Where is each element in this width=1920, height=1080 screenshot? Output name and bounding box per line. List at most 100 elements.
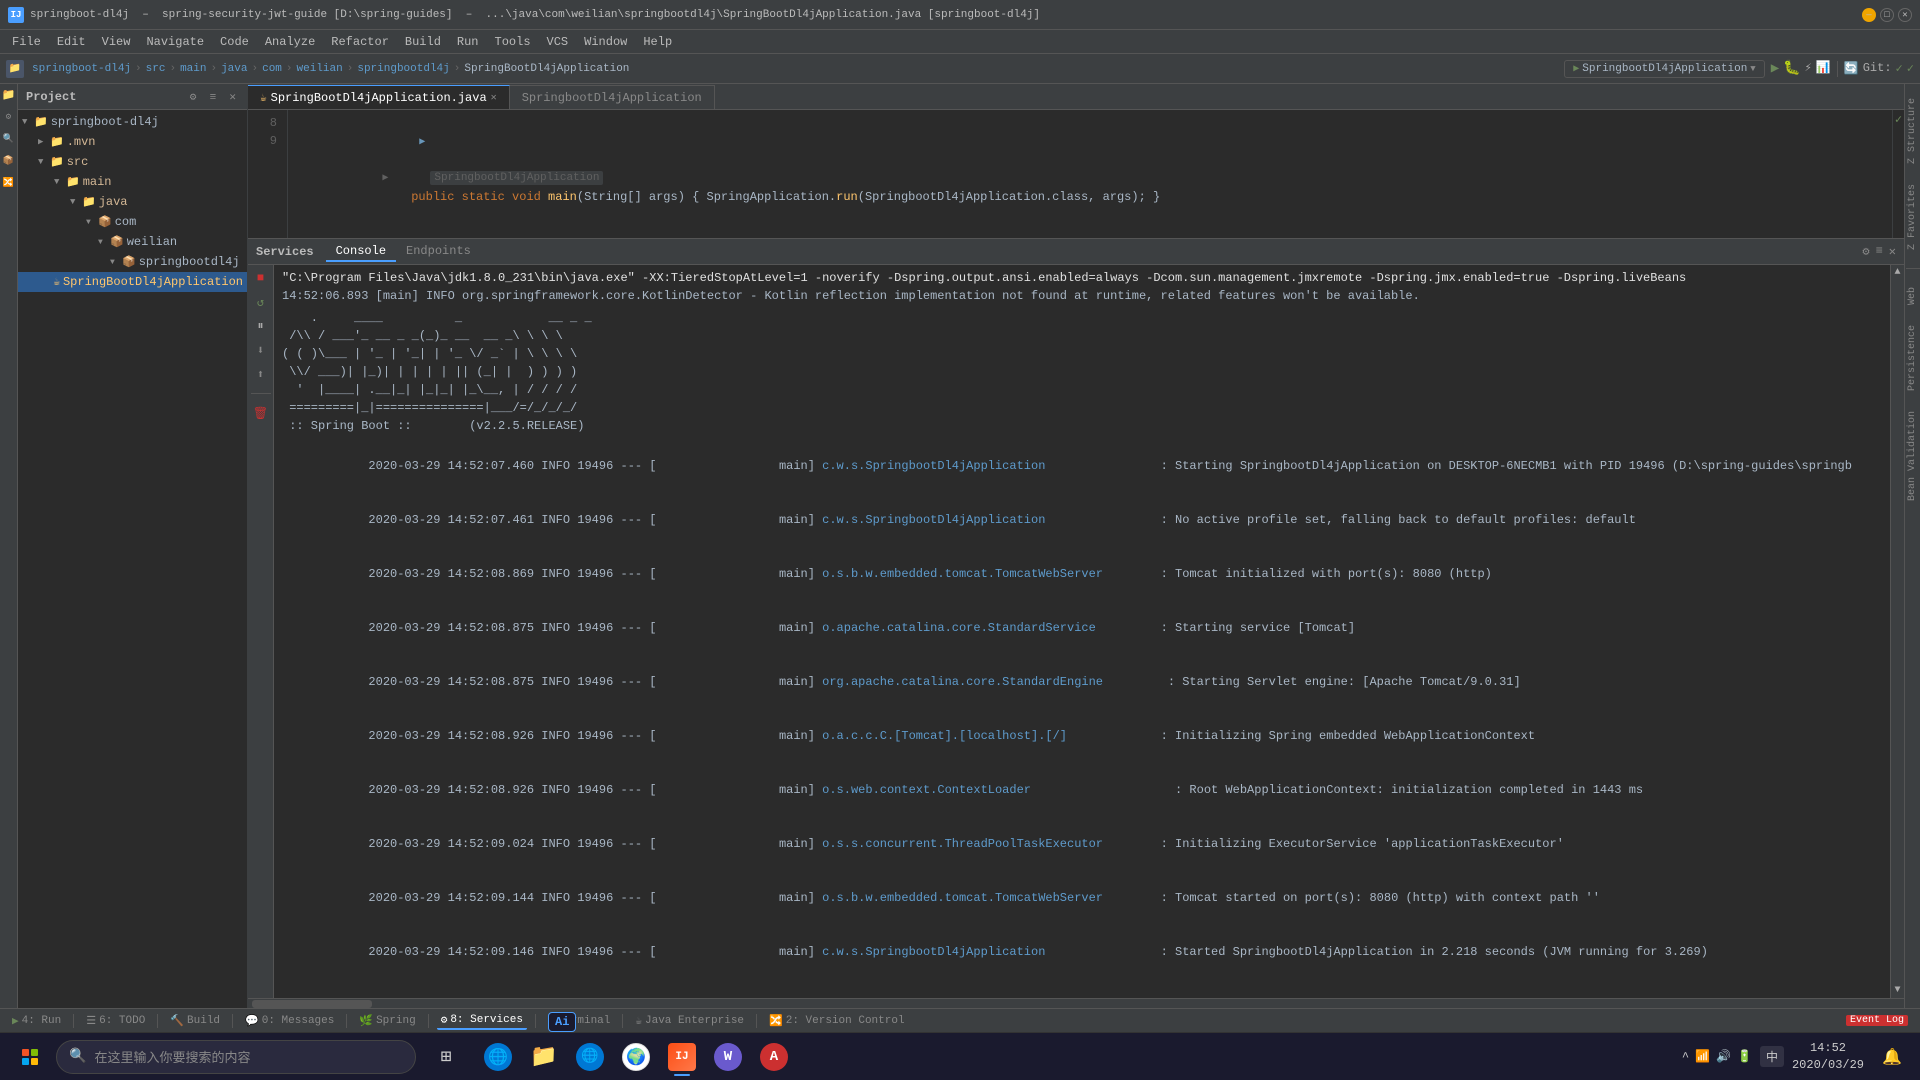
menu-vcs[interactable]: VCS (539, 33, 577, 51)
toolbar-build[interactable]: 🔨 Build (166, 1013, 224, 1029)
tree-item-src[interactable]: ▼ 📁 src (18, 152, 247, 172)
start-button[interactable] (8, 1035, 52, 1079)
toolbar-version-control[interactable]: 🔀 2: Version Control (765, 1013, 909, 1029)
breadcrumb-file[interactable]: SpringBootDl4jApplication (464, 63, 629, 75)
vtab-favorites[interactable]: Z Favorites (1905, 178, 1920, 256)
menu-build[interactable]: Build (397, 33, 449, 51)
sidebar-icon-2[interactable]: ⚙ (2, 110, 16, 124)
notification-button[interactable]: 🔔 (1872, 1035, 1912, 1079)
menu-tools[interactable]: Tools (487, 33, 539, 51)
sidebar-icon-5[interactable]: 🔀 (2, 176, 16, 190)
services-settings-icon[interactable]: ⚙ (1862, 244, 1869, 259)
run-config-selector[interactable]: ▶ SpringbootDl4jApplication ▼ (1564, 60, 1764, 78)
toolbar-event-log[interactable]: Event Log (1842, 1014, 1912, 1027)
tree-item-com[interactable]: ▼ 📦 com (18, 212, 247, 232)
sidebar-icon-4[interactable]: 📦 (2, 154, 16, 168)
ai-badge[interactable]: Ai (548, 1012, 576, 1032)
tray-expand[interactable]: ^ (1682, 1050, 1689, 1064)
breadcrumb-src[interactable]: src (146, 63, 166, 75)
toolbar-run[interactable]: ▶ 4: Run (8, 1013, 65, 1029)
tree-item-weilian[interactable]: ▼ 📦 weilian (18, 232, 247, 252)
taskbar-app-app2[interactable]: A (752, 1035, 796, 1079)
vtab-bean-validation[interactable]: Bean Validation (1905, 405, 1920, 507)
menu-code[interactable]: Code (212, 33, 257, 51)
services-tab-endpoints[interactable]: Endpoints (396, 242, 481, 262)
panel-icon-settings[interactable]: ⚙ (187, 91, 200, 105)
language-button[interactable]: 中 (1760, 1046, 1784, 1067)
sidebar-icon-1[interactable]: 📁 (2, 88, 16, 102)
maximize-button[interactable]: □ (1880, 8, 1894, 22)
close-button[interactable]: ✕ (1898, 8, 1912, 22)
taskbar-app-edge[interactable]: 🌐 (476, 1035, 520, 1079)
scroll-up-icon[interactable]: ▲ (1894, 267, 1900, 278)
menu-help[interactable]: Help (635, 33, 680, 51)
coverage-button[interactable]: ⚡ (1805, 60, 1812, 77)
menu-refactor[interactable]: Refactor (323, 33, 397, 51)
tree-item-application[interactable]: ▶ ☕ SpringBootDl4jApplication (18, 272, 247, 292)
toolbar-services[interactable]: ⚙ 8: Services (437, 1012, 527, 1030)
services-tab-console[interactable]: Console (326, 242, 396, 262)
panel-icon-close[interactable]: ✕ (226, 91, 239, 105)
services-gear-icon[interactable]: ≡ (1876, 244, 1883, 259)
pause-icon[interactable]: ⏸ (252, 317, 270, 335)
toolbar-spring[interactable]: 🌿 Spring (355, 1013, 419, 1029)
tree-item-springbootdl4j-pkg[interactable]: ▼ 📦 springbootdl4j (18, 252, 247, 272)
breadcrumb-main[interactable]: main (180, 63, 206, 75)
vtab-persistence[interactable]: Persistence (1905, 319, 1920, 397)
taskbar-app-app1[interactable]: W (706, 1035, 750, 1079)
menu-view[interactable]: View (94, 33, 139, 51)
breadcrumb-com[interactable]: com (262, 63, 282, 75)
toolbar-messages[interactable]: 💬 0: Messages (241, 1013, 338, 1029)
tree-item-root[interactable]: ▼ 📁 springboot-dl4j (18, 112, 247, 132)
clock[interactable]: 14:52 2020/03/29 (1792, 1040, 1864, 1074)
run-stop-icon[interactable]: ■ (252, 269, 270, 287)
breadcrumb-project[interactable]: springboot-dl4j (32, 63, 131, 75)
menu-run[interactable]: Run (449, 33, 487, 51)
breadcrumb-springbootdl4j[interactable]: springbootdl4j (357, 63, 449, 75)
step2-icon[interactable]: ⬆ (252, 365, 270, 383)
toolbar-java-enterprise[interactable]: ☕ Java Enterprise (631, 1013, 748, 1029)
minimize-button[interactable]: — (1862, 8, 1876, 22)
tab-close-1[interactable]: ✕ (491, 92, 497, 104)
taskbar-app-intellij[interactable]: IJ (660, 1035, 704, 1079)
tray-volume[interactable]: 🔊 (1716, 1049, 1731, 1064)
project-icon[interactable]: 📁 (6, 60, 24, 78)
tree-item-mvn[interactable]: ▶ 📁 .mvn (18, 132, 247, 152)
profile-button[interactable]: 📊 (1816, 60, 1831, 77)
vtab-structure[interactable]: Z Structure (1905, 92, 1920, 170)
toolbar-todo[interactable]: ☰ 6: TODO (82, 1013, 149, 1029)
sidebar-icon-3[interactable]: 🔍 (2, 132, 16, 146)
breadcrumb-weilian[interactable]: weilian (297, 63, 343, 75)
rerun-icon[interactable]: ↺ (252, 293, 270, 311)
git-button[interactable]: Git: (1863, 61, 1892, 76)
menu-analyze[interactable]: Analyze (257, 33, 323, 51)
panel-icon-gear[interactable]: ≡ (207, 91, 220, 105)
taskbar-task-view[interactable]: ⊞ (424, 1035, 468, 1079)
console-output[interactable]: "C:\Program Files\Java\jdk1.8.0_231\bin\… (274, 265, 1890, 998)
tree-item-main[interactable]: ▼ 📁 main (18, 172, 247, 192)
vtab-web[interactable]: Web (1905, 281, 1920, 311)
tray-battery[interactable]: 🔋 (1737, 1049, 1752, 1064)
console-scrollbar[interactable] (248, 998, 1904, 1008)
tray-network[interactable]: 📶 (1695, 1049, 1710, 1064)
menu-file[interactable]: File (4, 33, 49, 51)
run-button[interactable]: ▶ (1771, 60, 1779, 77)
tab-springboot-app[interactable]: SpringbootDl4jApplication (510, 85, 715, 109)
taskbar-app-explorer[interactable]: 📁 (522, 1035, 566, 1079)
tab-application-java[interactable]: ☕ SpringBootDl4jApplication.java ✕ (248, 85, 510, 109)
taskbar-app-chrome[interactable]: 🌍 (614, 1035, 658, 1079)
taskbar-search[interactable]: 🔍 在这里输入你要搜索的内容 (56, 1040, 416, 1074)
scroll-down-icon[interactable]: ▼ (1894, 985, 1900, 996)
tree-item-java[interactable]: ▼ 📁 java (18, 192, 247, 212)
taskbar-app-browser[interactable]: 🌐 (568, 1035, 612, 1079)
step-icon[interactable]: ⬇ (252, 341, 270, 359)
menu-edit[interactable]: Edit (49, 33, 94, 51)
update-button[interactable]: 🔄 (1844, 61, 1859, 76)
scrollbar-thumb[interactable] (252, 1000, 372, 1008)
breadcrumb-java[interactable]: java (221, 63, 247, 75)
menu-navigate[interactable]: Navigate (138, 33, 212, 51)
clear-icon[interactable]: 🗑 (252, 404, 270, 422)
code-content[interactable]: ▶ ▶ public static void main(String[] arg… (288, 110, 1892, 238)
services-close-icon[interactable]: ✕ (1889, 244, 1896, 259)
debug-button[interactable]: 🐛 (1783, 60, 1800, 77)
